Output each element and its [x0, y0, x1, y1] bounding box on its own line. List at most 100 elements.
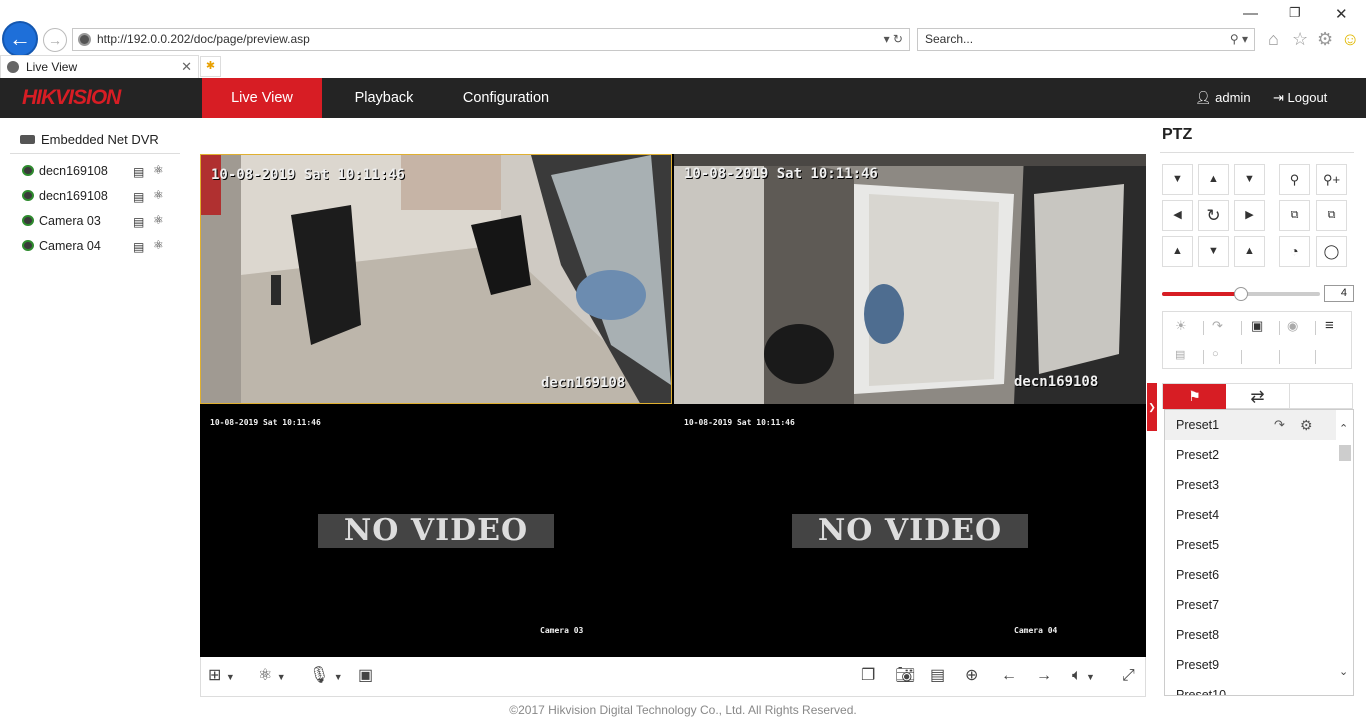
camera-item[interactable]: decn169108	[22, 162, 108, 180]
preset-item[interactable]: Preset3	[1165, 470, 1337, 500]
ptz-auto-scan-button[interactable]: ↻	[1198, 200, 1229, 231]
window-division-icon[interactable]: ⊞ ▼	[208, 667, 235, 686]
video-tile-1[interactable]: 10-08-2019 Sat 10:11:46 decn169108	[200, 154, 672, 404]
next-page-icon[interactable]: →	[1036, 667, 1052, 685]
tab-pattern[interactable]	[1290, 384, 1352, 409]
stream-select-icon[interactable]: ⚛	[153, 188, 164, 202]
user-menu[interactable]: 👤︎ admin	[1195, 78, 1251, 118]
light-icon[interactable]: ☀	[1175, 318, 1187, 334]
logout-button[interactable]: ⇥ Logout	[1273, 78, 1327, 118]
preset-item[interactable]: Preset6	[1165, 560, 1337, 590]
preset-item[interactable]: Preset7	[1165, 590, 1337, 620]
auxiliary-focus-icon[interactable]: ▣	[1251, 318, 1263, 334]
iris-open-button[interactable]: ◯	[1316, 236, 1347, 267]
ptz-right-button[interactable]: ▶	[1234, 200, 1265, 231]
close-tab-icon[interactable]: ✕	[181, 56, 192, 78]
browser-tab[interactable]: Live View ✕	[0, 55, 199, 78]
tab-configuration[interactable]: Configuration	[450, 78, 562, 118]
record-all-icon[interactable]: ▤	[930, 667, 945, 685]
preset-item[interactable]: Preset5	[1165, 530, 1337, 560]
focus-near-button[interactable]: ⧉	[1279, 200, 1310, 231]
ptz-left-button[interactable]: ◀	[1162, 200, 1193, 231]
wiper-icon[interactable]: ↷	[1212, 318, 1223, 334]
camera-icon	[22, 240, 34, 251]
record-icon[interactable]: ▤	[133, 240, 144, 254]
video-tile-3[interactable]: 10-08-2019 Sat 10:11:46 NO VIDEO Camera …	[200, 406, 672, 656]
capture-icon[interactable]: 📷︎	[895, 667, 915, 685]
scroll-down-icon[interactable]: ⌄	[1339, 665, 1348, 678]
forward-button[interactable]: →	[43, 28, 67, 52]
home-icon[interactable]: ⌂	[1268, 29, 1279, 49]
previous-page-icon[interactable]: ←	[1001, 667, 1017, 685]
focus-far-button[interactable]: ⧉	[1316, 200, 1347, 231]
volume-muted-icon[interactable]: 🔈︎ ▼	[1072, 667, 1095, 686]
close-window-icon[interactable]: ✕	[1335, 5, 1348, 23]
fullscreen-icon[interactable]: ⤢	[1122, 667, 1135, 685]
hikvision-logo: HIKVISION	[22, 86, 121, 109]
manual-tracking-icon[interactable]: ▤	[1175, 348, 1185, 361]
zoom-out-button[interactable]: ⚲	[1279, 164, 1310, 195]
new-tab-button[interactable]: ✱	[200, 56, 221, 77]
stop-all-icon[interactable]: ❐	[861, 667, 875, 685]
preset-item[interactable]: Preset2	[1165, 440, 1337, 470]
back-button[interactable]: ←	[2, 21, 38, 57]
stream-select-icon[interactable]: ⚛	[153, 213, 164, 227]
ptz-speed-slider[interactable]	[1162, 287, 1320, 301]
ptz-up-button[interactable]: ▲	[1198, 164, 1229, 195]
tab-patrol[interactable]: ⇄	[1226, 384, 1290, 409]
minimize-icon[interactable]: —	[1243, 5, 1258, 22]
ptz-down-button[interactable]: ▼	[1198, 236, 1229, 267]
preview-all-icon[interactable]: ▣	[358, 667, 373, 685]
ptz-down-right-button[interactable]: ▲	[1234, 236, 1265, 267]
camera-item[interactable]: Camera 04	[22, 237, 101, 255]
ptz-up-left-button[interactable]: ▼	[1162, 164, 1193, 195]
scroll-up-icon[interactable]: ⌃	[1339, 422, 1348, 435]
camera-item[interactable]: decn169108	[22, 187, 108, 205]
stream-type-icon[interactable]: ⚛ ▼	[258, 667, 286, 686]
3d-zoom-icon[interactable]: ○	[1212, 348, 1219, 360]
tab-favicon-icon	[7, 61, 19, 73]
digital-zoom-icon[interactable]: ⊕	[965, 667, 978, 685]
record-icon[interactable]: ▤	[133, 215, 144, 229]
ptz-down-left-button[interactable]: ▲	[1162, 236, 1193, 267]
search-icon[interactable]: ⚲ ▾	[1230, 29, 1248, 50]
video-tile-4[interactable]: 10-08-2019 Sat 10:11:46 NO VIDEO Camera …	[674, 406, 1146, 656]
browser-search-input[interactable]: Search... ⚲ ▾	[917, 28, 1255, 51]
call-preset-icon[interactable]: ↷	[1274, 410, 1285, 440]
preset-item[interactable]: Preset9	[1165, 650, 1337, 680]
video-tile-2[interactable]: 10-08-2019 Sat 10:11:46 decn169108	[674, 154, 1146, 404]
zoom-in-button[interactable]: ⚲+	[1316, 164, 1347, 195]
preset-scrollbar[interactable]: ⌃ ⌄	[1336, 410, 1353, 695]
address-bar[interactable]: http://192.0.0.202/doc/page/preview.asp …	[72, 28, 910, 51]
collapse-panel-handle[interactable]: ❯	[1147, 383, 1157, 431]
restore-icon[interactable]: ❐	[1289, 5, 1301, 21]
scrollbar-thumb[interactable]	[1339, 445, 1351, 461]
tab-playback[interactable]: Playback	[340, 78, 428, 118]
lens-init-icon[interactable]: ◉	[1287, 318, 1298, 334]
feedback-smiley-icon[interactable]: ☺	[1341, 29, 1359, 49]
preset-item[interactable]: Preset8	[1165, 620, 1337, 650]
record-icon[interactable]: ▤	[133, 165, 144, 179]
preset-item[interactable]: Preset4	[1165, 500, 1337, 530]
set-preset-gear-icon[interactable]: ⚙	[1300, 410, 1313, 440]
microphone-icon[interactable]: 🎙︎ ▼	[309, 667, 343, 686]
tab-live-view[interactable]: Live View	[202, 78, 322, 118]
settings-gear-icon[interactable]: ⚙	[1317, 29, 1333, 49]
preset-item[interactable]: Preset1 ↷ ⚙	[1165, 410, 1337, 440]
favorites-icon[interactable]: ☆	[1292, 29, 1308, 49]
stream-select-icon[interactable]: ⚛	[153, 238, 164, 252]
ptz-title: PTZ	[1162, 126, 1193, 143]
slider-handle[interactable]	[1234, 287, 1248, 301]
tab-preset[interactable]: ⚑	[1163, 384, 1226, 409]
preset-item[interactable]: Preset10	[1165, 680, 1337, 695]
iris-close-button[interactable]: ◔	[1279, 236, 1310, 267]
patrol-icon: ⇄	[1250, 387, 1265, 406]
camera-item[interactable]: Camera 03	[22, 212, 101, 230]
record-icon[interactable]: ▤	[133, 190, 144, 204]
device-tree-root[interactable]: Embedded Net DVR	[20, 131, 159, 148]
video-toolbar: ⊞ ▼ ⚛ ▼ 🎙︎ ▼ ▣ ❐ 📷︎ ▤ ⊕ ← → 🔈︎ ▼ ⤢	[200, 657, 1146, 697]
stream-select-icon[interactable]: ⚛	[153, 163, 164, 177]
refresh-icon[interactable]: ▾ ↻	[884, 29, 903, 50]
ptz-up-right-button[interactable]: ▼	[1234, 164, 1265, 195]
menu-icon[interactable]: ≡	[1325, 317, 1334, 334]
